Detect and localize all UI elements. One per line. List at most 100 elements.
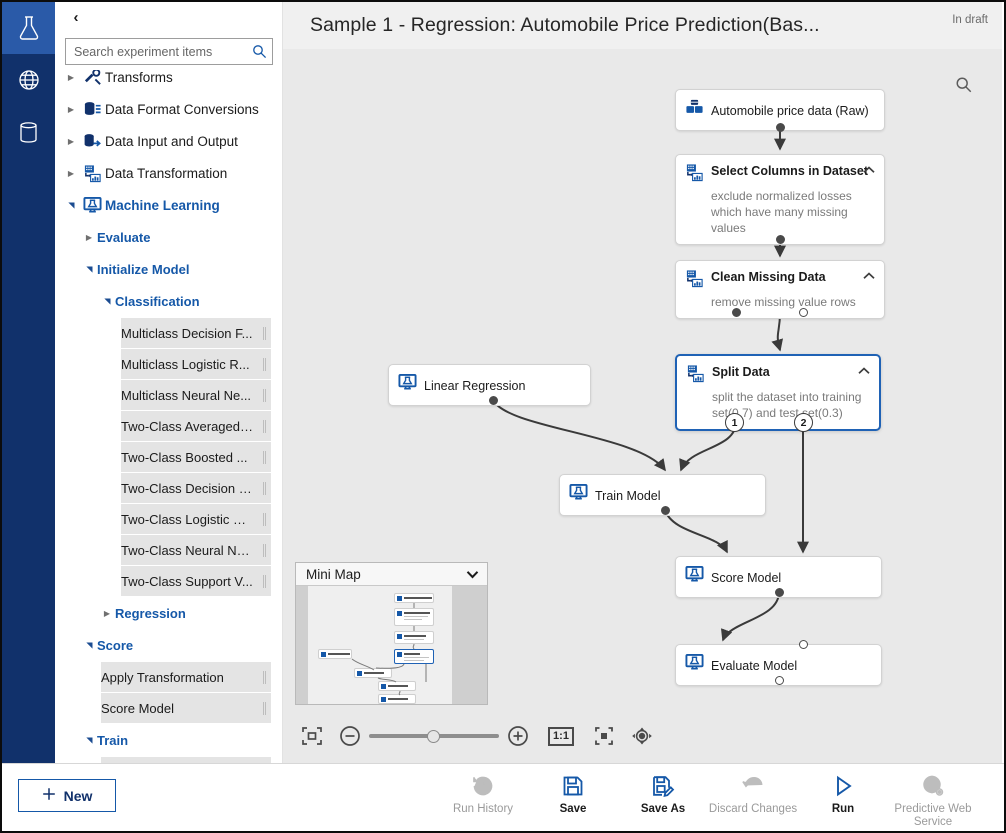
canvas-search-icon[interactable] xyxy=(955,76,975,96)
tree-caret-icon[interactable]: ▶ xyxy=(63,137,79,146)
tree-caret-icon[interactable]: ▶ xyxy=(99,609,115,618)
module-tree-row[interactable]: ▶Evaluate xyxy=(55,221,283,253)
module-tree-row[interactable]: ▶Data Transformation xyxy=(55,157,283,189)
data-transform-icon xyxy=(685,163,711,187)
module-leaf-item[interactable]: Apply Transformation xyxy=(101,662,271,692)
module-tree-row[interactable]: ▶ Transforms xyxy=(55,70,283,93)
drag-handle-icon[interactable] xyxy=(257,451,271,464)
module-tree-row[interactable]: ▶Data Input and Output xyxy=(55,125,283,157)
mini-map-body[interactable] xyxy=(296,586,487,704)
new-button-label: New xyxy=(64,788,93,804)
command-save[interactable]: Save xyxy=(528,764,618,832)
drag-handle-icon[interactable] xyxy=(257,482,271,495)
rail-item-web-services[interactable] xyxy=(2,54,55,106)
mini-map-viewport[interactable] xyxy=(308,586,452,704)
canvas-node-select[interactable]: Select Columns in Datasetexclude normali… xyxy=(675,154,885,245)
port-select-out[interactable] xyxy=(776,235,785,244)
experiment-canvas[interactable]: Automobile price data (Raw)Select Column… xyxy=(283,49,1002,763)
rail-item-experiments[interactable] xyxy=(2,2,55,54)
port-clean-out-2[interactable] xyxy=(799,308,808,317)
chevron-up-icon[interactable] xyxy=(863,166,875,177)
zoom-slider-thumb[interactable] xyxy=(427,730,440,743)
command-discard-changes[interactable]: Discard Changes xyxy=(708,764,798,832)
drag-handle-icon[interactable] xyxy=(257,702,271,715)
drag-handle-icon[interactable] xyxy=(257,671,271,684)
module-tree-row[interactable]: ◢Train xyxy=(55,724,283,756)
ml-icon xyxy=(685,653,711,677)
collapse-panel-button[interactable]: ‹ xyxy=(65,6,87,28)
port-split-output-2[interactable]: 2 xyxy=(794,413,813,432)
port-train-out[interactable] xyxy=(661,506,670,515)
module-tree-label: Train xyxy=(97,733,128,748)
zoom-in-icon[interactable] xyxy=(499,719,537,753)
port-split-output-1[interactable]: 1 xyxy=(725,413,744,432)
chevron-up-icon[interactable] xyxy=(858,367,870,378)
port-clean-out-1[interactable] xyxy=(732,308,741,317)
experiment-header: Sample 1 - Regression: Automobile Price … xyxy=(283,2,1002,49)
module-leaf-item[interactable]: Two-Class Logistic R... xyxy=(121,504,271,534)
chevron-down-icon[interactable] xyxy=(466,567,479,582)
tree-caret-icon[interactable]: ◢ xyxy=(85,637,94,653)
node-title: Split Data xyxy=(712,364,770,379)
command-predictive-web-service[interactable]: Predictive Web Service xyxy=(888,764,978,832)
drag-handle-icon[interactable] xyxy=(257,358,271,371)
module-leaf-item[interactable]: Multiclass Decision F... xyxy=(121,318,271,348)
module-leaf-item[interactable]: Two-Class Boosted ... xyxy=(121,442,271,472)
module-leaf-item[interactable]: Multiclass Logistic R... xyxy=(121,349,271,379)
zoom-out-icon[interactable] xyxy=(331,719,369,753)
tree-caret-icon[interactable]: ▶ xyxy=(81,233,97,242)
drag-handle-icon[interactable] xyxy=(257,327,271,340)
port-eval-out-1[interactable] xyxy=(799,640,808,649)
tree-caret-icon[interactable]: ▶ xyxy=(63,105,79,114)
tree-caret-icon[interactable]: ◢ xyxy=(85,732,94,748)
command-run-history[interactable]: Run History xyxy=(438,764,528,832)
command-run[interactable]: Run xyxy=(798,764,888,832)
module-tree-row[interactable]: ◢Initialize Model xyxy=(55,253,283,285)
new-button[interactable]: New xyxy=(18,779,116,812)
module-tree-row[interactable]: ◢Classification xyxy=(55,285,283,317)
search-input[interactable] xyxy=(66,45,246,59)
chevron-up-icon[interactable] xyxy=(863,272,875,283)
module-leaf-item[interactable]: Two-Class Support V... xyxy=(121,566,271,596)
module-leaf-item[interactable]: Two-Class Averaged ... xyxy=(121,411,271,441)
tree-caret-icon[interactable]: ◢ xyxy=(67,197,76,213)
module-leaf-item[interactable]: Two-Class Decision F... xyxy=(121,473,271,503)
tree-caret-icon[interactable]: ◢ xyxy=(103,293,112,309)
module-tree-row[interactable]: ▶Data Format Conversions xyxy=(55,93,283,125)
rail-item-datasets[interactable] xyxy=(2,106,55,158)
search-experiment-items[interactable] xyxy=(65,38,273,65)
mini-map[interactable]: Mini Map xyxy=(295,562,488,705)
module-tree-label: Transforms xyxy=(105,70,173,85)
drag-handle-icon[interactable] xyxy=(257,575,271,588)
actual-size-button[interactable]: 1:1 xyxy=(537,719,585,753)
tree-caret-icon[interactable]: ▶ xyxy=(63,73,79,82)
canvas-node-split[interactable]: Split Datasplit the dataset into trainin… xyxy=(675,354,881,431)
drag-handle-icon[interactable] xyxy=(257,513,271,526)
module-tree-row[interactable]: ◢Score xyxy=(55,629,283,661)
search-icon[interactable] xyxy=(246,44,272,59)
drag-handle-icon[interactable] xyxy=(257,544,271,557)
module-leaf-item[interactable]: Multiclass Neural Ne... xyxy=(121,380,271,410)
command-save-as[interactable]: Save As xyxy=(618,764,708,832)
port-eval-out-2[interactable] xyxy=(775,676,784,685)
pan-icon[interactable] xyxy=(623,719,661,753)
module-leaf-item[interactable]: Score Model xyxy=(101,693,271,723)
port-dataset-out[interactable] xyxy=(776,123,785,132)
mini-map-header[interactable]: Mini Map xyxy=(296,563,487,586)
fit-screen-icon[interactable] xyxy=(293,719,331,753)
dataset-icon xyxy=(685,98,711,122)
zoom-slider[interactable] xyxy=(369,719,499,753)
module-tree[interactable]: ▶Transforms▶Data Format Conversions▶Data… xyxy=(55,70,283,767)
tree-caret-icon[interactable]: ▶ xyxy=(63,169,79,178)
port-linreg-out[interactable] xyxy=(489,396,498,405)
module-leaf-item[interactable]: Two-Class Neural Ne... xyxy=(121,535,271,565)
drag-handle-icon[interactable] xyxy=(257,420,271,433)
module-tree-row[interactable]: ◢ Machine Learning xyxy=(55,189,283,221)
drag-handle-icon[interactable] xyxy=(257,389,271,402)
fit-selection-icon[interactable] xyxy=(585,719,623,753)
module-tree-row[interactable]: ▶Regression xyxy=(55,597,283,629)
port-score-out[interactable] xyxy=(775,588,784,597)
canvas-node-clean[interactable]: Clean Missing Dataremove missing value r… xyxy=(675,260,885,319)
module-tree-label: Machine Learning xyxy=(105,198,220,213)
tree-caret-icon[interactable]: ◢ xyxy=(85,261,94,277)
